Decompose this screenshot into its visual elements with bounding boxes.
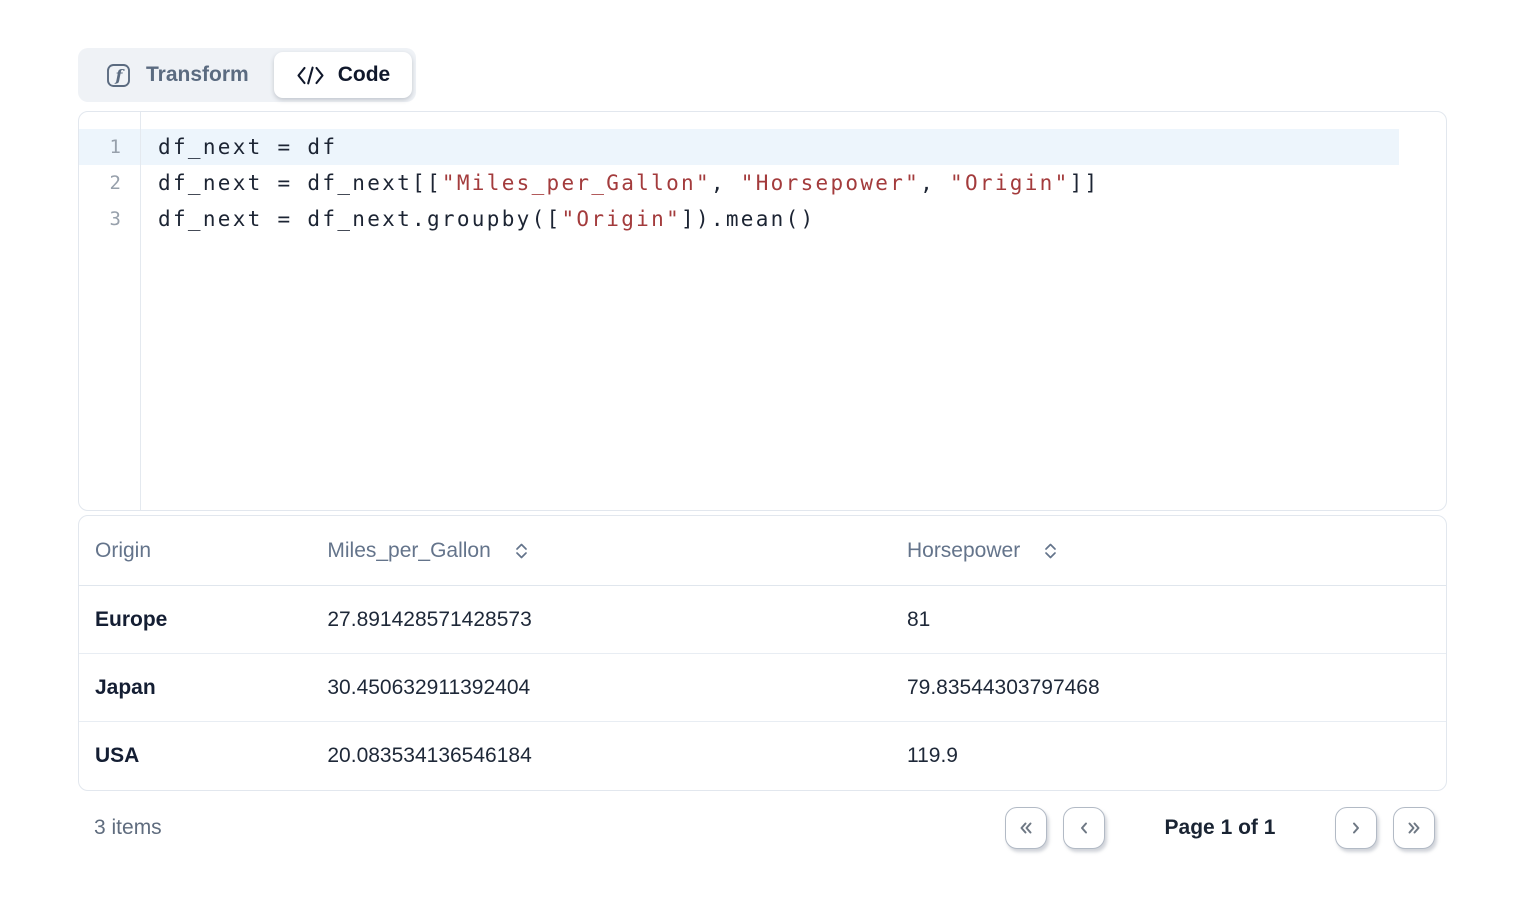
code-line[interactable]: df_next = df_next[["Miles_per_Gallon", "…: [141, 165, 1446, 201]
code-token: ]).mean(): [681, 207, 816, 231]
table-body: Europe27.89142857142857381Japan30.450632…: [79, 586, 1446, 790]
code-token: df_next = df_next[[: [158, 171, 442, 195]
column-header-horsepower[interactable]: Horsepower: [891, 539, 1446, 563]
column-header-origin: Origin: [79, 539, 311, 563]
column-header-label: Horsepower: [907, 539, 1020, 563]
first-page-icon: [1018, 820, 1034, 836]
code-line[interactable]: df_next = df: [141, 129, 1446, 165]
data-wrangler-widget: f Transform Code 123 df_next = dfdf_next…: [78, 48, 1447, 850]
line-number-gutter: 123: [79, 112, 141, 510]
pagination-controls: Page 1 of 1: [1005, 807, 1435, 849]
string-token: "Origin": [561, 207, 681, 231]
cell-origin: Europe: [79, 608, 311, 632]
cell-origin: Japan: [79, 676, 311, 700]
code-lines[interactable]: df_next = df df_next = df_next[["Miles_pe…: [141, 112, 1446, 510]
code-token: ,: [920, 171, 950, 195]
column-header-miles_per_gallon[interactable]: Miles_per_Gallon: [311, 539, 891, 563]
table-cell: 119.9: [891, 744, 1446, 768]
code-editor[interactable]: 123 df_next = df df_next = df_next[["Mile…: [79, 112, 1446, 510]
column-header-label: Miles_per_Gallon: [327, 539, 490, 563]
table-footer: 3 items Page 1 of 1: [78, 806, 1447, 850]
string-token: "Miles_per_Gallon": [442, 171, 711, 195]
code-line[interactable]: df_next = df_next.groupby(["Origin"]).me…: [141, 201, 1446, 237]
table-cell: 81: [891, 608, 1446, 632]
code-brackets-icon: [296, 66, 325, 85]
svg-text:f: f: [115, 66, 126, 85]
next-page-button[interactable]: [1335, 807, 1377, 849]
table-row: USA20.083534136546184119.9: [79, 722, 1446, 790]
code-token: df_next = df: [158, 135, 337, 159]
table-cell: 79.83544303797468: [891, 676, 1446, 700]
last-page-button[interactable]: [1393, 807, 1435, 849]
tab-transform[interactable]: f Transform: [82, 52, 274, 98]
sort-up-down-icon[interactable]: [515, 543, 528, 559]
previous-page-icon: [1076, 820, 1092, 836]
tab-code[interactable]: Code: [274, 52, 413, 98]
table-row: Japan30.45063291139240479.83544303797468: [79, 654, 1446, 722]
tab-transform-label: Transform: [146, 63, 249, 87]
line-number: 2: [79, 165, 140, 201]
page-indicator: Page 1 of 1: [1105, 816, 1335, 840]
previous-page-button[interactable]: [1063, 807, 1105, 849]
table-cell: 27.891428571428573: [311, 608, 891, 632]
cell-origin: USA: [79, 744, 311, 768]
table-cell: 30.450632911392404: [311, 676, 891, 700]
code-editor-panel[interactable]: 123 df_next = df df_next = df_next[["Mile…: [78, 111, 1447, 511]
line-number: 3: [79, 201, 140, 237]
string-token: "Horsepower": [741, 171, 920, 195]
table-row: Europe27.89142857142857381: [79, 586, 1446, 654]
code-token: ,: [711, 171, 741, 195]
first-page-button[interactable]: [1005, 807, 1047, 849]
last-page-icon: [1406, 820, 1422, 836]
function-icon: f: [107, 64, 130, 87]
tab-code-label: Code: [338, 63, 391, 87]
table-header-row: Origin Miles_per_Gallon Horsepower: [79, 516, 1446, 586]
string-token: "Origin": [950, 171, 1070, 195]
items-count: 3 items: [78, 816, 162, 840]
next-page-icon: [1348, 820, 1364, 836]
column-header-label: Origin: [95, 539, 151, 563]
code-token: ]]: [1070, 171, 1100, 195]
result-table: Origin Miles_per_Gallon Horsepower Europe…: [78, 515, 1447, 791]
view-tabbar: f Transform Code: [78, 48, 416, 102]
sort-up-down-icon[interactable]: [1044, 543, 1057, 559]
table-cell: 20.083534136546184: [311, 744, 891, 768]
code-token: df_next = df_next.groupby([: [158, 207, 561, 231]
line-number: 1: [79, 129, 140, 165]
